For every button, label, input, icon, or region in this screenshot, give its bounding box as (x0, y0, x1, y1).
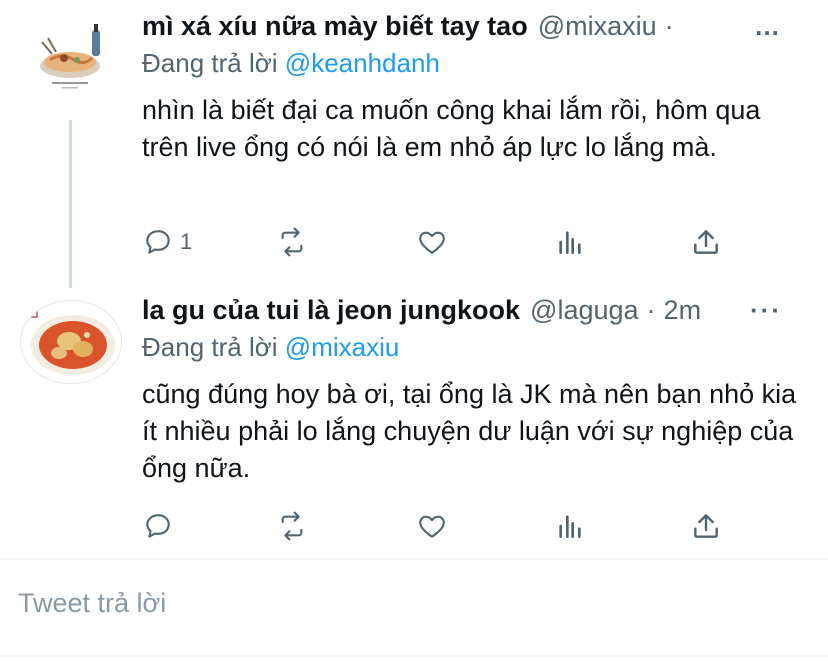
mention-link[interactable]: @keanhdanh (285, 48, 440, 78)
analytics-icon (559, 231, 581, 254)
retweet-icon (281, 511, 303, 541)
like-icon (419, 231, 445, 254)
timestamp[interactable]: 2m (664, 295, 702, 326)
analytics-button[interactable] (554, 506, 586, 546)
replying-prefix: Đang trả lời (142, 48, 278, 78)
stew-illustration-icon (21, 301, 121, 383)
reply-icon (146, 514, 170, 538)
tweet-2[interactable]: la gu của tui là jeon jungkook @laguga ·… (0, 280, 828, 558)
thread-line (69, 120, 72, 288)
retweet-button[interactable] (276, 222, 308, 262)
avatar[interactable] (20, 300, 122, 384)
separator-dot: · (664, 10, 674, 41)
display-name[interactable]: la gu của tui là jeon jungkook (142, 295, 520, 326)
user-handle[interactable]: @laguga (530, 295, 639, 326)
reply-count: 1 (180, 229, 193, 254)
tweet-header: la gu của tui là jeon jungkook @laguga ·… (142, 292, 808, 328)
reply-icon (146, 230, 170, 254)
like-icon (419, 515, 445, 538)
replying-to: Đang trả lời @keanhdanh (142, 48, 440, 79)
tweet-text: cũng đúng hoy bà ơi, tại ổng là JK mà nê… (142, 379, 797, 483)
tweet-actions: 1 (142, 222, 742, 262)
mention-link[interactable]: @mixaxiu (285, 332, 400, 362)
tweet-actions (142, 506, 742, 546)
divider (0, 558, 828, 560)
like-button[interactable] (416, 222, 448, 262)
analytics-button[interactable] (554, 222, 586, 262)
reply-button[interactable] (142, 506, 174, 546)
retweet-button[interactable] (276, 506, 308, 546)
share-icon (694, 514, 718, 538)
noodle-illustration-icon (22, 14, 122, 96)
divider (0, 655, 828, 657)
avatar[interactable] (22, 14, 122, 96)
reply-input[interactable]: Tweet trả lời (18, 588, 166, 619)
share-icon (694, 230, 718, 254)
retweet-icon (281, 227, 303, 257)
user-handle[interactable]: @mixaxiu (538, 11, 657, 42)
separator-dot: · (646, 294, 656, 325)
replying-prefix: Đang trả lời (142, 332, 278, 362)
analytics-icon (559, 515, 581, 538)
tweet-text: nhìn là biết đại ca muốn công khai lắm r… (142, 95, 761, 162)
tweet-1[interactable]: mì xá xíu nữa mày biết tay tao @mixaxiu … (0, 0, 828, 288)
more-options-icon[interactable]: … (754, 11, 782, 42)
share-button[interactable] (690, 222, 722, 262)
tweet-header: mì xá xíu nữa mày biết tay tao @mixaxiu … (142, 8, 808, 44)
display-name[interactable]: mì xá xíu nữa mày biết tay tao (142, 11, 528, 42)
like-button[interactable] (416, 506, 448, 546)
share-button[interactable] (690, 506, 722, 546)
reply-button[interactable]: 1 (142, 222, 192, 262)
replying-to: Đang trả lời @mixaxiu (142, 332, 399, 363)
more-options-icon[interactable]: ··· (750, 295, 782, 326)
